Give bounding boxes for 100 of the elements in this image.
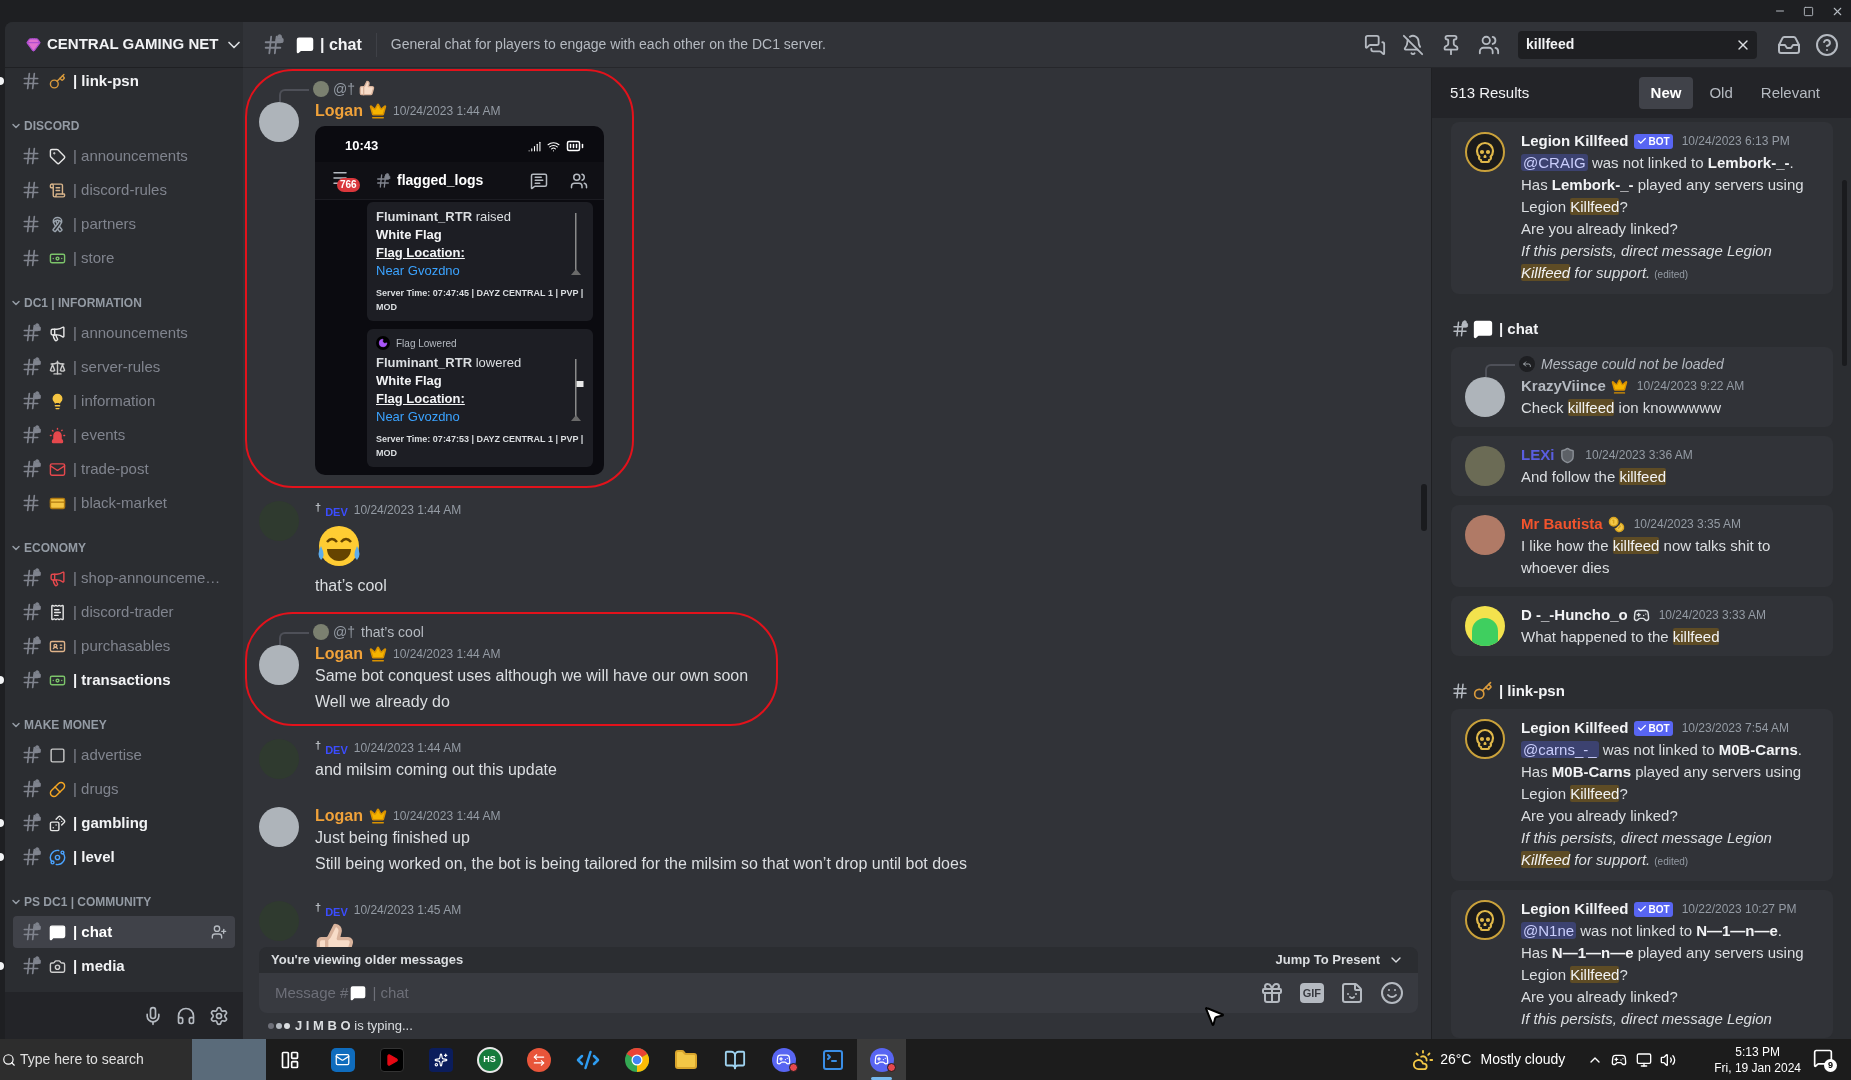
channel-item[interactable]: | level <box>13 841 235 873</box>
username[interactable]: Legion Killfeed <box>1521 897 1629 921</box>
help-icon[interactable] <box>1815 32 1839 57</box>
channel-item[interactable]: | link-psn <box>13 65 235 97</box>
arrows-app-icon[interactable] <box>526 1047 551 1072</box>
category-header[interactable]: PS DC1 | COMMUNITY <box>5 889 243 915</box>
channel-item[interactable]: | advertise <box>13 739 235 771</box>
folder-icon[interactable] <box>673 1047 698 1072</box>
channel-item[interactable]: | discord-trader <box>13 596 235 628</box>
username[interactable]: Legion Killfeed <box>1521 129 1629 153</box>
channel-item[interactable]: | trade-post <box>13 453 235 485</box>
message-icon[interactable] <box>530 171 548 190</box>
message-text: Are you already linked? <box>1521 219 1679 239</box>
search-result-card[interactable]: D -_-Huncho_o 10/24/2023 3:33 AM What happened to the killfeed <box>1451 596 1833 656</box>
clock[interactable]: 5:13 PM Fri, 19 Jan 2024 <box>1714 1043 1801 1076</box>
sort-tab[interactable]: Old <box>1697 77 1745 109</box>
crown-icon <box>369 645 387 663</box>
username[interactable]: D -_-Huncho_o <box>1521 603 1628 627</box>
sort-tab[interactable]: New <box>1638 77 1694 109</box>
channel-item[interactable]: | announcements <box>13 140 235 172</box>
chat-bubbles-icon[interactable] <box>1364 33 1386 56</box>
category-header[interactable]: DISCORD <box>5 113 243 139</box>
emoji-icon[interactable] <box>1380 981 1404 1005</box>
channel-item[interactable]: | partners <box>13 208 235 240</box>
orbit-icon <box>49 848 66 866</box>
category-header[interactable]: ECONOMY <box>5 535 243 561</box>
server-header[interactable]: CENTRAL GAMING NET <box>5 22 243 68</box>
location-link[interactable]: Near Gvozdno <box>376 408 568 426</box>
channel-item[interactable]: | chat <box>13 916 235 948</box>
microphone-icon[interactable] <box>143 1005 163 1026</box>
taskbar-button[interactable]: HS <box>465 1039 514 1080</box>
channel-item[interactable]: | information <box>13 385 235 417</box>
username[interactable]: Mr Bautista <box>1521 512 1603 536</box>
username[interactable]: Logan <box>315 642 363 666</box>
maximize-icon[interactable] <box>1803 5 1814 17</box>
reply-mention[interactable]: @† <box>333 78 355 100</box>
location-link[interactable]: Near Gvozdno <box>376 262 568 280</box>
channel-item[interactable]: | transactions <box>13 664 235 696</box>
category-header[interactable]: MAKE MONEY <box>5 712 243 738</box>
task-view-icon[interactable] <box>280 1049 300 1070</box>
sort-tab[interactable]: Relevant <box>1748 77 1832 109</box>
book-icon[interactable] <box>723 1048 746 1071</box>
channel-item[interactable]: | gambling <box>13 807 235 839</box>
search-result-card[interactable]: LEXi 10/24/2023 3:36 AM And follow the killfeed <box>1451 436 1833 496</box>
channel-item[interactable]: | server-rules <box>13 351 235 383</box>
scrollbar-thumb[interactable] <box>1421 484 1427 531</box>
channel-item[interactable]: | announcements <box>13 317 235 349</box>
chat-app-icon[interactable] <box>869 1047 894 1072</box>
channel-item[interactable]: | purchasables <box>13 630 235 662</box>
reply-preview[interactable]: that’s cool <box>361 621 424 643</box>
notifications-icon[interactable] <box>1813 1047 1833 1068</box>
channel-label[interactable]: | link-psn <box>1451 679 1833 703</box>
search-result-card[interactable]: Mr Bautista 10/24/2023 3:35 AM I like how the killfeed now talks shit to whoever dies <box>1451 505 1833 587</box>
search-result-card[interactable]: Legion Killfeed BOT 10/22/2023 10:27 PM @N1ne was not linked to N—1—n—e. Has N—1—n—e played any servers using Legion Killfeed? Are you already linked? If this persists, direct message Legion <box>1451 890 1833 1038</box>
username[interactable]: Logan <box>315 99 363 123</box>
sparkle-app-icon[interactable] <box>428 1047 453 1072</box>
channel-item[interactable]: | events <box>13 419 235 451</box>
network-icon[interactable] <box>1636 1051 1653 1068</box>
members-icon[interactable] <box>1478 33 1500 56</box>
settings-icon[interactable] <box>209 1005 229 1026</box>
channel-item[interactable]: | black-market <box>13 487 235 519</box>
locked-hash-icon <box>375 172 391 189</box>
bell-off-icon[interactable] <box>1402 33 1424 56</box>
gift-icon[interactable] <box>1259 981 1284 1005</box>
weather-icon[interactable] <box>1412 1048 1435 1071</box>
headphones-icon[interactable] <box>176 1005 196 1026</box>
username[interactable]: Logan <box>315 804 363 828</box>
channel-item[interactable]: | discord-rules <box>13 174 235 206</box>
chat-app-icon[interactable] <box>771 1047 796 1072</box>
category-header[interactable]: DC1 | INFORMATION <box>5 290 243 316</box>
username[interactable]: KrazyViince <box>1521 374 1606 398</box>
app-logo[interactable]: HS <box>476 1046 503 1073</box>
mail-app-icon[interactable] <box>330 1047 355 1072</box>
reply-mention[interactable]: @† <box>333 621 355 643</box>
search-result-card[interactable] <box>1451 709 1833 881</box>
add-member-icon[interactable] <box>211 924 227 940</box>
user-mention[interactable]: @carns_-_ <box>1521 741 1599 758</box>
play-app-icon[interactable] <box>379 1047 404 1072</box>
search-result-card[interactable]: Message could not be loaded KrazyViince 10/24/2023 9:22 AM Check killfeed ion knowwwww <box>1451 347 1833 427</box>
channel-name: flagged_logs <box>397 171 484 190</box>
taskbar-search-field[interactable]: Type here to search <box>0 1039 266 1080</box>
search-field[interactable]: killfeed <box>1518 30 1757 59</box>
sticker-icon[interactable] <box>1340 981 1364 1005</box>
terminal-icon[interactable] <box>820 1047 845 1072</box>
volume-icon[interactable] <box>1660 1051 1677 1068</box>
jump-to-present-button[interactable]: Jump To Present <box>1275 950 1404 970</box>
channel-item[interactable]: | shop-announceme… <box>13 562 235 594</box>
user-mention[interactable]: @CRAIG <box>1521 154 1588 171</box>
channel-label[interactable]: | chat <box>1451 317 1833 341</box>
channel-item[interactable]: | store <box>13 242 235 274</box>
members-icon[interactable] <box>570 171 588 190</box>
gif-button[interactable]: GIF <box>1299 983 1324 1003</box>
browser-icon[interactable] <box>624 1047 649 1072</box>
username[interactable]: Legion Killfeed <box>1521 716 1629 740</box>
channel-item[interactable]: | media <box>13 950 235 982</box>
bot-label: BOT <box>1648 721 1670 736</box>
user-mention[interactable]: @N1ne <box>1521 922 1577 939</box>
channel-item[interactable]: | drugs <box>13 773 235 805</box>
search-result-card[interactable] <box>1451 122 1833 294</box>
taskbar-button[interactable] <box>857 1039 906 1080</box>
